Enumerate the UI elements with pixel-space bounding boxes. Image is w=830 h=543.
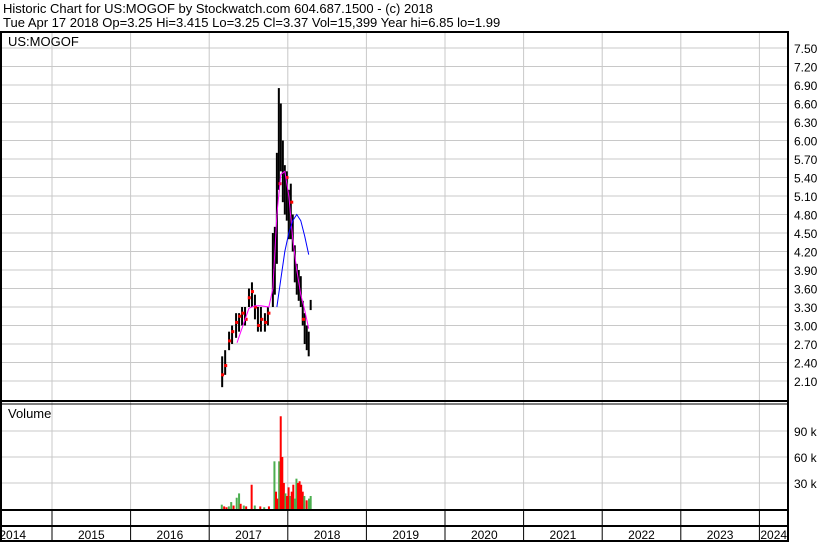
price-close-marker — [228, 339, 232, 343]
volume-axis: 90 k 60 k 30 k — [794, 425, 818, 491]
year-label: 2020 — [471, 528, 498, 542]
price-tick-label: 3.30 — [794, 301, 818, 315]
price-tick-label: 6.60 — [794, 98, 818, 112]
volume-bar — [220, 504, 223, 509]
volume-bar — [267, 506, 270, 509]
year-label: 2019 — [392, 528, 419, 542]
price-bar — [307, 331, 310, 357]
price-close-marker — [302, 317, 306, 321]
price-close-marker — [257, 324, 261, 327]
price-tick-label: 7.50 — [794, 42, 818, 56]
year-label: 2017 — [235, 528, 262, 542]
price-tick-label: 5.40 — [794, 172, 818, 186]
price-close-marker — [250, 290, 254, 294]
price-bar — [241, 307, 244, 326]
price-close-marker — [221, 373, 225, 377]
price-bar — [231, 325, 234, 344]
volume-tick-label: 90 k — [794, 425, 818, 439]
chart-frame — [0, 31, 789, 542]
year-label: 2014 — [0, 528, 26, 542]
volume-bar — [305, 500, 308, 509]
volume-bar — [245, 506, 248, 509]
price-tick-label: 5.70 — [794, 153, 818, 167]
price-close-marker — [260, 317, 264, 321]
price-bar — [309, 299, 312, 311]
price-bar — [224, 350, 227, 375]
year-label: 2023 — [707, 528, 734, 542]
price-bar — [279, 103, 282, 172]
price-tick-label: 3.90 — [794, 264, 818, 278]
volume-tick-label: 30 k — [794, 477, 818, 491]
price-tick-label: 2.40 — [794, 357, 818, 371]
price-tick-label: 7.20 — [794, 61, 818, 75]
price-close-marker — [290, 200, 294, 204]
volume-bar — [259, 506, 262, 509]
price-close-marker — [238, 314, 242, 318]
volume-bar — [250, 484, 253, 509]
price-bar — [305, 325, 308, 351]
price-tick-label: 3.60 — [794, 283, 818, 297]
price-close-marker — [231, 330, 235, 334]
chart-header-title: Historic Chart for US:MOGOF by Stockwatc… — [3, 1, 433, 16]
price-bar — [221, 356, 224, 388]
volume-label: Volume — [8, 406, 51, 421]
price-tick-label: 6.30 — [794, 116, 818, 130]
year-label: 2024 — [760, 528, 787, 542]
volume-tick-label: 60 k — [794, 451, 818, 465]
price-close-marker — [235, 320, 239, 324]
price-close-marker — [264, 320, 268, 324]
volume-bar — [253, 505, 256, 509]
price-bars — [221, 88, 312, 388]
price-bar — [256, 307, 259, 332]
chart-header-quote: Tue Apr 17 2018 Op=3.25 Hi=3.415 Lo=3.25… — [3, 15, 500, 30]
price-close-marker — [267, 311, 271, 315]
price-bar — [250, 282, 253, 307]
grid — [2, 33, 788, 541]
year-label: 2018 — [314, 528, 341, 542]
volume-bar — [223, 506, 226, 509]
volume-bar — [230, 502, 233, 509]
volume-bar — [225, 507, 228, 509]
price-tick-label: 6.90 — [794, 79, 818, 93]
volume-bar — [235, 497, 238, 509]
volume-bar — [227, 506, 230, 509]
volume-bar — [309, 496, 312, 509]
volume-bar — [239, 503, 242, 509]
price-bar — [277, 88, 280, 190]
price-tick-label: 4.20 — [794, 246, 818, 260]
price-tick-label: 5.10 — [794, 190, 818, 204]
price-bar — [303, 313, 306, 344]
price-tick-label: 2.10 — [794, 375, 818, 389]
year-axis: 2014 2015 2016 2017 2018 2019 2020 2021 2022 2023… — [0, 528, 787, 542]
stock-chart: Historic Chart for US:MOGOF by Stockwatc… — [0, 1, 818, 542]
price-close-marker — [247, 296, 251, 300]
price-tick-label: 6.00 — [794, 135, 818, 149]
year-label: 2016 — [157, 528, 184, 542]
volume-bar — [232, 505, 235, 509]
price-tick-label: 4.80 — [794, 209, 818, 223]
volume-bar — [263, 507, 266, 509]
price-tick-label: 4.50 — [794, 227, 818, 241]
volume-bars — [220, 416, 312, 509]
year-label: 2015 — [78, 528, 105, 542]
price-axis: 7.50 7.20 6.90 6.60 6.30 6.00 5.70 5.40 5.10 4.80… — [794, 42, 818, 389]
volume-bar — [242, 505, 245, 509]
price-close-marker — [224, 364, 228, 368]
chart-symbol-label: US:MOGOF — [8, 34, 79, 49]
price-bar — [235, 313, 238, 338]
year-label: 2021 — [550, 528, 577, 542]
volume-bar — [303, 496, 306, 509]
price-tick-label: 2.70 — [794, 338, 818, 352]
price-bar — [281, 140, 284, 203]
year-label: 2022 — [628, 528, 655, 542]
price-tick-label: 3.00 — [794, 320, 818, 334]
price-close-marker — [241, 311, 245, 315]
